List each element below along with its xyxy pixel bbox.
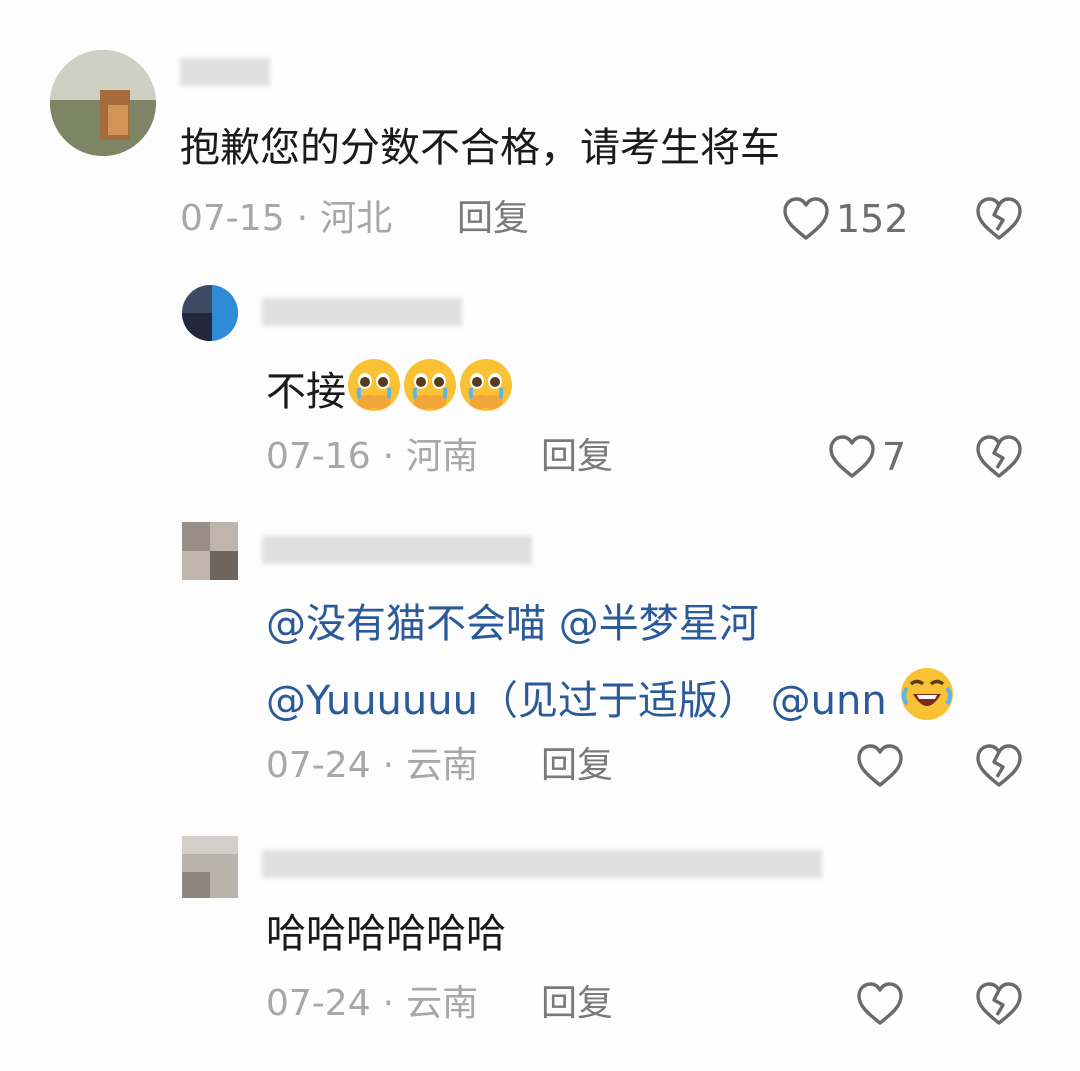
broken-heart-icon xyxy=(976,744,1022,787)
reply-button[interactable]: 回复 xyxy=(541,435,613,479)
like-button[interactable] xyxy=(856,743,904,789)
comment-date: 07-16 xyxy=(266,436,371,477)
dislike-button[interactable] xyxy=(975,743,1023,793)
reply-button[interactable]: 回复 xyxy=(541,744,613,788)
comment-location: 云南 xyxy=(406,983,479,1024)
broken-heart-icon xyxy=(976,435,1022,478)
broken-heart-icon xyxy=(976,982,1022,1025)
comment-date: 07-24 xyxy=(266,745,371,786)
comment-location: 云南 xyxy=(406,745,479,786)
username-blurred[interactable] xyxy=(180,50,280,94)
username-blurred[interactable] xyxy=(262,528,542,572)
like-button[interactable]: 7 xyxy=(828,434,906,480)
username-blurred[interactable] xyxy=(262,290,472,334)
reply-button[interactable]: 回复 xyxy=(457,197,529,241)
heart-outline-icon xyxy=(829,435,875,478)
comment-meta: 07-24 · 云南 xyxy=(266,744,478,788)
like-button[interactable] xyxy=(856,981,904,1027)
comment-location: 河南 xyxy=(406,436,479,477)
meta-separator: · xyxy=(296,198,309,239)
reply-button[interactable]: 回复 xyxy=(541,982,613,1026)
broken-heart-icon xyxy=(976,197,1022,240)
username-blurred[interactable] xyxy=(262,842,832,886)
pleading-crying-face-icon xyxy=(402,357,458,428)
comment-date: 07-24 xyxy=(266,983,371,1024)
heart-outline-icon xyxy=(783,197,829,240)
comment-meta: 07-24 · 云南 xyxy=(266,982,478,1026)
comment-text-line-2: @Yuuuuuu（见过于适版） @unn xyxy=(266,666,955,737)
avatar[interactable] xyxy=(182,285,238,341)
dislike-button[interactable] xyxy=(975,434,1023,484)
comment-text: 哈哈哈哈哈哈 xyxy=(266,911,506,957)
rolling-laughing-face-icon xyxy=(899,666,955,737)
meta-separator: · xyxy=(382,983,395,1024)
comment-thread: 抱歉您的分数不合格，请考生将车 07-15 · 河北 回复 152 不接 07-… xyxy=(0,0,1080,1071)
meta-separator: · xyxy=(382,745,395,786)
comment-meta: 07-15 · 河北 xyxy=(180,197,392,241)
pleading-crying-face-icon xyxy=(458,357,514,428)
dislike-button[interactable] xyxy=(975,196,1023,246)
like-button[interactable]: 152 xyxy=(782,196,909,242)
comment-text-body: 不接 xyxy=(266,369,346,415)
avatar[interactable] xyxy=(50,50,156,156)
heart-outline-icon xyxy=(857,744,903,787)
comment-location: 河北 xyxy=(320,198,393,239)
meta-separator: · xyxy=(382,436,395,477)
mention-text[interactable]: @Yuuuuuu（见过于适版） @unn xyxy=(266,678,887,724)
comment-text: 抱歉您的分数不合格，请考生将车 xyxy=(180,125,780,171)
comment-date: 07-15 xyxy=(180,198,285,239)
like-count: 152 xyxy=(836,197,909,241)
avatar[interactable] xyxy=(182,522,238,580)
comment-meta: 07-16 · 河南 xyxy=(266,435,478,479)
comment-text-line-1: @没有猫不会喵 @半梦星河 xyxy=(266,601,759,647)
comment-text: 不接 xyxy=(266,357,514,428)
pleading-crying-face-icon xyxy=(346,357,402,428)
like-count: 7 xyxy=(882,435,907,479)
heart-outline-icon xyxy=(857,982,903,1025)
avatar[interactable] xyxy=(182,836,238,898)
dislike-button[interactable] xyxy=(975,981,1023,1031)
